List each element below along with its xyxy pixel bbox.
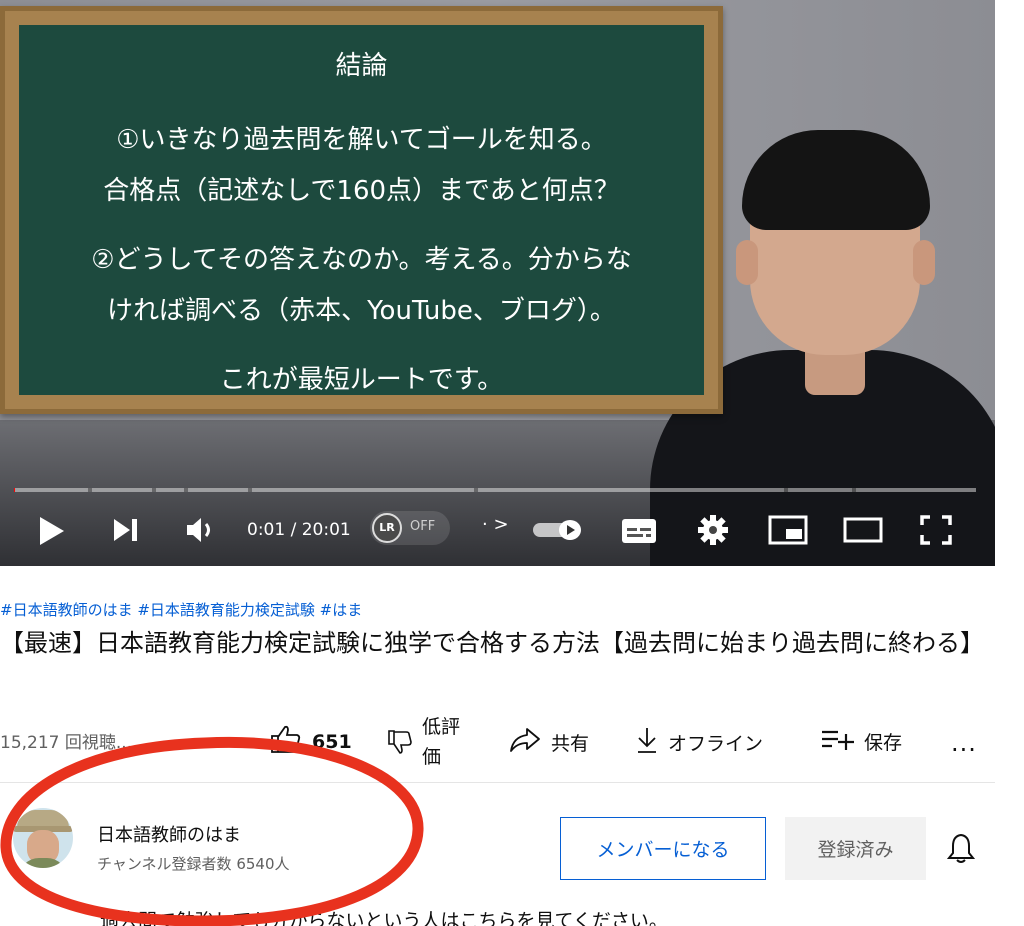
miniplayer-icon bbox=[768, 515, 808, 545]
settings-button[interactable] bbox=[697, 514, 729, 546]
subtitles-button[interactable] bbox=[621, 518, 657, 544]
board-heading: 結論 bbox=[335, 51, 388, 81]
save-label: 保存 bbox=[864, 732, 903, 754]
board-line: これが最短ルートです。 bbox=[219, 365, 504, 395]
volume-icon bbox=[187, 518, 210, 542]
presenter-hair bbox=[742, 130, 930, 230]
chapter-marker bbox=[184, 488, 188, 492]
divider bbox=[0, 782, 995, 783]
next-icon bbox=[114, 519, 137, 541]
language-reactor-toggle[interactable]: LR OFF bbox=[370, 511, 450, 545]
view-count[interactable]: 15,217 回視聴... bbox=[0, 728, 132, 753]
chalkboard-surface: 結論 ①いきなり過去問を解いてゴールを知る。 合格点（記述なしで160点）まであ… bbox=[19, 25, 704, 395]
subtitles-icon bbox=[622, 519, 656, 543]
notification-bell-button[interactable] bbox=[946, 832, 976, 868]
chapter-marker bbox=[248, 488, 252, 492]
video-description[interactable]: 過去問で勉強しても分からないという人はこちらを見てください。 bbox=[100, 906, 668, 926]
hashtag-links[interactable]: #日本語教師のはま #日本語教育能力検定試験 #はま bbox=[0, 599, 362, 620]
video-title: 【最速】日本語教育能力検定試験に独学で合格する方法【過去問に始まり過去問に終わる… bbox=[0, 629, 984, 657]
save-button[interactable]: 保存 bbox=[820, 726, 902, 757]
video-player[interactable]: 結論 ①いきなり過去問を解いてゴールを知る。 合格点（記述なしで160点）まであ… bbox=[0, 0, 995, 566]
offline-label: オフライン bbox=[668, 733, 764, 755]
play-button[interactable] bbox=[38, 515, 66, 547]
chapter-marker bbox=[784, 488, 788, 492]
chapter-button[interactable]: · > bbox=[482, 514, 509, 535]
offline-button[interactable]: オフライン bbox=[636, 726, 763, 759]
board-line: ければ調べる（赤本、YouTube、ブログ）。 bbox=[107, 296, 616, 326]
board-line: ①いきなり過去問を解いてゴールを知る。 bbox=[116, 125, 607, 155]
theater-icon bbox=[843, 517, 883, 543]
gear-icon bbox=[698, 515, 728, 545]
chapter-marker bbox=[88, 488, 92, 492]
presenter-ear bbox=[736, 240, 758, 285]
fullscreen-icon bbox=[920, 515, 952, 545]
bell-icon bbox=[946, 833, 976, 863]
subscribed-button[interactable]: 登録済み bbox=[785, 817, 926, 880]
like-count: 651 bbox=[312, 730, 352, 753]
dislike-button[interactable] bbox=[387, 729, 423, 760]
time-display: 0:01 / 20:01 bbox=[247, 520, 351, 540]
board-line: ②どうしてその答えなのか。考える。分からな bbox=[91, 245, 632, 275]
download-icon bbox=[636, 726, 658, 759]
progress-played bbox=[14, 488, 15, 492]
volume-button[interactable] bbox=[185, 516, 217, 544]
thumbs-up-icon bbox=[270, 724, 302, 759]
chapter-marker bbox=[852, 488, 856, 492]
dislike-label[interactable]: 低評価 bbox=[422, 712, 472, 772]
theater-mode-button[interactable] bbox=[843, 516, 883, 544]
presenter-ear bbox=[913, 240, 935, 285]
share-button[interactable]: 共有 bbox=[509, 726, 589, 759]
fullscreen-button[interactable] bbox=[920, 515, 952, 545]
chalkboard: 結論 ①いきなり過去問を解いてゴールを知る。 合格点（記述なしで160点）まであ… bbox=[0, 6, 723, 414]
thumbs-down-icon bbox=[387, 729, 413, 760]
play-small-icon bbox=[567, 525, 575, 535]
progress-bar[interactable] bbox=[14, 488, 976, 492]
avatar-shirt bbox=[19, 858, 67, 868]
like-button[interactable]: 651 bbox=[270, 724, 352, 759]
autoplay-knob bbox=[559, 520, 581, 540]
autoplay-toggle[interactable] bbox=[533, 520, 583, 540]
share-label: 共有 bbox=[551, 733, 590, 755]
chapter-marker bbox=[474, 488, 478, 492]
subscriber-count: チャンネル登録者数 6540人 bbox=[97, 855, 290, 873]
channel-name[interactable]: 日本語教師のはま bbox=[97, 821, 241, 847]
more-actions-button[interactable]: ... bbox=[951, 729, 977, 757]
chapter-marker bbox=[152, 488, 156, 492]
channel-avatar[interactable] bbox=[13, 808, 73, 868]
share-icon bbox=[509, 726, 541, 759]
join-membership-button[interactable]: メンバーになる bbox=[560, 817, 766, 880]
lr-state: OFF bbox=[410, 519, 436, 534]
next-button[interactable] bbox=[112, 517, 140, 543]
miniplayer-button[interactable] bbox=[768, 515, 808, 545]
board-line: 合格点（記述なしで160点）まであと何点？ bbox=[103, 176, 620, 206]
play-icon bbox=[40, 517, 64, 545]
lr-logo: LR bbox=[372, 513, 402, 543]
playlist-add-icon bbox=[820, 726, 854, 757]
